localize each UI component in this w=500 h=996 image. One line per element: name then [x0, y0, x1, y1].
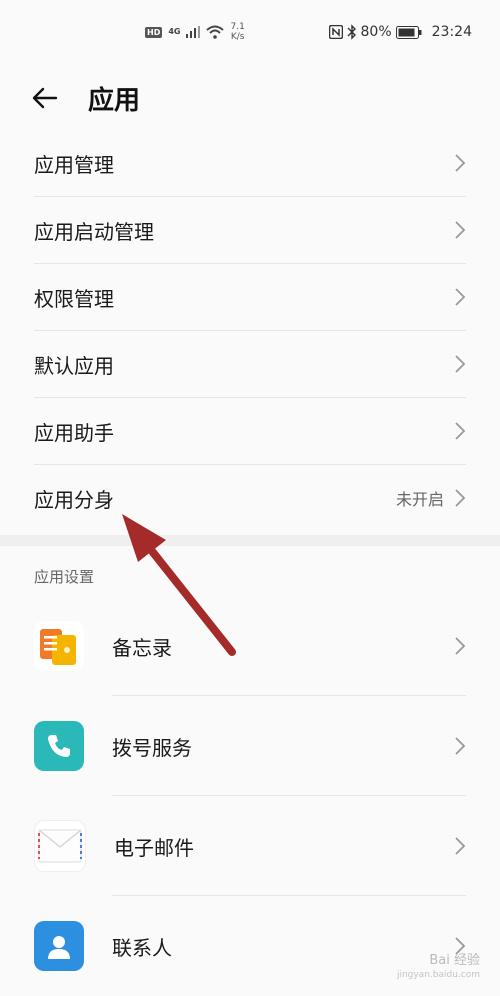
- chevron-right-icon: [455, 221, 466, 239]
- chevron-right-icon: [455, 737, 466, 755]
- app-item-email[interactable]: 电子邮件: [34, 796, 500, 896]
- menu-item-label: 应用分身: [34, 487, 114, 512]
- menu-item-app-twin[interactable]: 应用分身 未开启: [34, 465, 466, 531]
- battery-icon: [395, 25, 422, 39]
- watermark-brand: Bai 经验: [429, 953, 480, 968]
- app-settings-list: 备忘录 拨号服务 电子邮件 联系人: [34, 596, 500, 996]
- back-arrow-icon: [32, 87, 58, 109]
- chevron-right-icon: [455, 288, 466, 306]
- clock: 23:24: [431, 24, 472, 40]
- app-item-label: 电子邮件: [114, 835, 194, 860]
- menu-item-label: 应用启动管理: [34, 219, 154, 244]
- watermark: Bai 经验 jingyan.baidu.com: [397, 954, 480, 982]
- app-item-label: 拨号服务: [112, 735, 192, 760]
- menu-item-label: 默认应用: [34, 353, 114, 378]
- watermark-url: jingyan.baidu.com: [396, 970, 480, 980]
- menu-item-permission-management[interactable]: 权限管理: [34, 264, 466, 331]
- app-twin-status: 未开启: [395, 490, 444, 509]
- wifi-icon: [206, 25, 225, 39]
- speed-value: 7.1: [230, 22, 245, 32]
- nfc-icon: [328, 25, 343, 39]
- back-button[interactable]: [30, 78, 70, 118]
- contacts-icon: [34, 921, 84, 971]
- section-divider: [0, 535, 500, 546]
- page-header: 应用: [0, 70, 500, 130]
- menu-item-app-management[interactable]: 应用管理: [34, 130, 466, 197]
- menu-item-startup-management[interactable]: 应用启动管理: [34, 197, 466, 264]
- network-speed: 7.1 K/s: [230, 22, 244, 42]
- network-type: 4G: [168, 27, 181, 36]
- chevron-right-icon: [455, 355, 466, 373]
- app-item-dialer[interactable]: 拨号服务: [34, 696, 500, 796]
- menu-item-label: 应用管理: [34, 152, 114, 177]
- bluetooth-icon: [347, 24, 356, 40]
- section-title-app-settings: 应用设置: [34, 568, 95, 586]
- menu-item-default-apps[interactable]: 默认应用: [34, 331, 466, 398]
- email-icon: [34, 820, 86, 872]
- chevron-right-icon: [455, 837, 466, 855]
- app-item-notepad[interactable]: 备忘录: [34, 596, 500, 696]
- status-bar: HD 4G 7.1 K/s 80% 23:24: [0, 0, 500, 70]
- chevron-right-icon: [455, 489, 466, 507]
- phone-icon: [34, 721, 84, 771]
- chevron-right-icon: [455, 637, 466, 655]
- menu-item-label: 权限管理: [34, 286, 114, 311]
- speed-unit: K/s: [230, 32, 245, 42]
- notepad-icon: [34, 621, 84, 671]
- signal-icon: [186, 26, 201, 38]
- app-menu-list: 应用管理 应用启动管理 权限管理 默认应用 应用助手 应用分身 未开启: [34, 130, 466, 531]
- battery-percent: 80%: [360, 24, 392, 40]
- page-title: 应用: [88, 86, 141, 116]
- app-item-label: 备忘录: [112, 635, 172, 660]
- hd-badge: HD: [145, 26, 163, 38]
- menu-item-app-assistant[interactable]: 应用助手: [34, 398, 466, 465]
- chevron-right-icon: [455, 422, 466, 440]
- chevron-right-icon: [455, 154, 466, 172]
- menu-item-label: 应用助手: [34, 420, 114, 445]
